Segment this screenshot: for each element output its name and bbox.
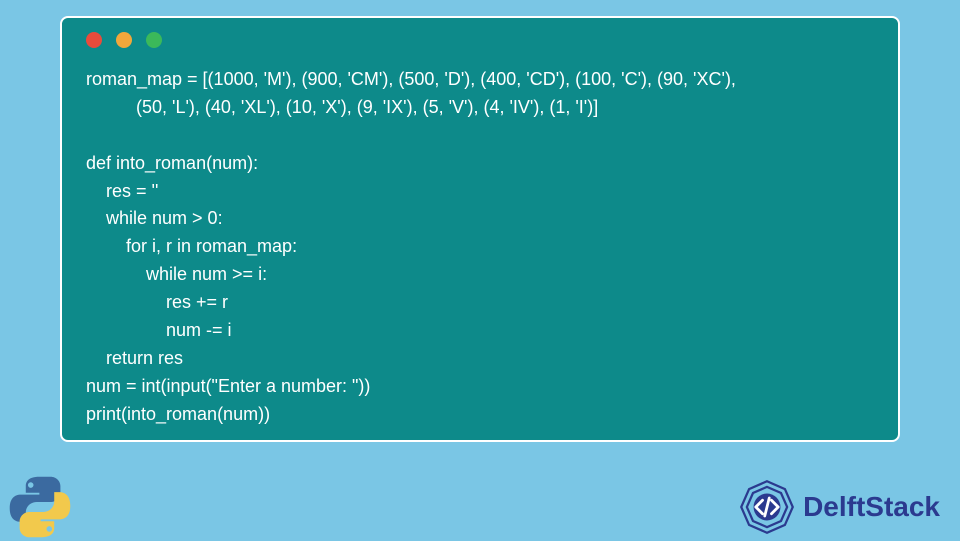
code-line: res += r — [86, 292, 228, 312]
footer: DelftStack — [0, 474, 960, 540]
code-line: return res — [86, 348, 183, 368]
code-line: while num >= i: — [86, 264, 267, 284]
code-line: for i, r in roman_map: — [86, 236, 297, 256]
brand-name: DelftStack — [803, 491, 940, 523]
traffic-light-minimize-icon — [116, 32, 132, 48]
code-line: roman_map = [(1000, 'M'), (900, 'CM'), (… — [86, 69, 736, 89]
code-line: num -= i — [86, 320, 232, 340]
code-block: roman_map = [(1000, 'M'), (900, 'CM'), (… — [86, 66, 874, 429]
brand: DelftStack — [739, 479, 940, 535]
code-line: res = '' — [86, 181, 158, 201]
code-line: num = int(input("Enter a number: ")) — [86, 376, 370, 396]
code-line: while num > 0: — [86, 208, 223, 228]
python-logo-icon — [6, 473, 74, 541]
code-line: print(into_roman(num)) — [86, 404, 270, 424]
traffic-light-close-icon — [86, 32, 102, 48]
window-controls — [86, 32, 874, 48]
code-line: (50, 'L'), (40, 'XL'), (10, 'X'), (9, 'I… — [86, 97, 598, 117]
code-line: def into_roman(num): — [86, 153, 258, 173]
code-window: roman_map = [(1000, 'M'), (900, 'CM'), (… — [60, 16, 900, 442]
traffic-light-zoom-icon — [146, 32, 162, 48]
brand-badge-icon — [739, 479, 795, 535]
